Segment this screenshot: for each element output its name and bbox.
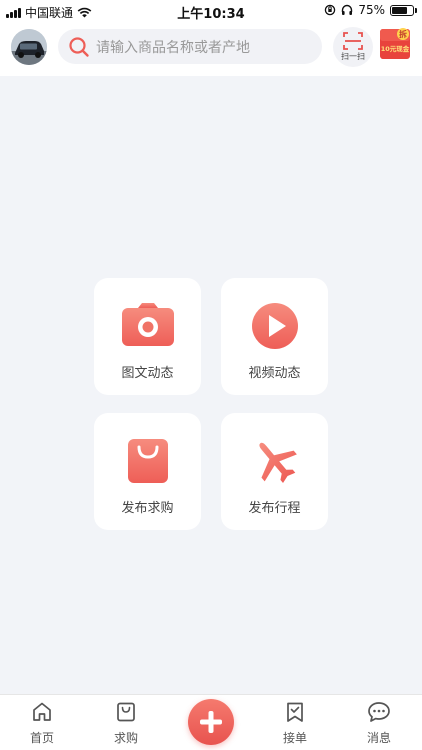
scan-button[interactable]: 扫一扫	[333, 27, 373, 67]
tab-label: 求购	[113, 731, 138, 745]
tab-label: 首页	[29, 731, 54, 745]
orientation-lock-icon	[325, 4, 336, 16]
tab-purchase[interactable]: 求购	[96, 701, 156, 746]
tab-label: 接单	[282, 731, 307, 745]
tile-post-purchase-request[interactable]: 发布求购	[94, 413, 201, 530]
promo-badge-char: 拆	[399, 29, 407, 39]
status-right: 75%	[324, 3, 417, 17]
tab-accept-orders[interactable]: 接单	[265, 701, 325, 746]
avatar[interactable]	[11, 29, 47, 65]
tile-icon-wrap	[221, 437, 328, 485]
scan-label: 扫一扫	[341, 52, 365, 61]
tile-video-post[interactable]: 视频动态	[221, 278, 328, 395]
tab-messages[interactable]: 消息	[349, 701, 409, 746]
headphones-icon	[342, 4, 353, 15]
tile-label: 发布求购	[121, 501, 174, 516]
bookmark-check-icon	[287, 702, 303, 722]
battery-percent: 75%	[358, 3, 385, 17]
top-header: 请输入商品名称或者产地 扫一扫 拆 10元现金	[0, 22, 422, 76]
airplane-icon	[258, 442, 297, 483]
tab-home[interactable]: 首页	[12, 701, 72, 746]
search-input[interactable]: 请输入商品名称或者产地	[58, 29, 322, 64]
tile-icon-wrap	[221, 302, 328, 350]
avatar-car-image	[11, 29, 47, 65]
publish-plus-button[interactable]	[188, 699, 234, 745]
scan-icon	[343, 32, 363, 50]
tile-label: 图文动态	[121, 366, 174, 381]
shopping-bag-icon	[127, 439, 168, 483]
tab-label: 消息	[366, 731, 391, 745]
status-bar: 中国联通 上午10:34 75%	[0, 0, 422, 22]
promo-cash-badge[interactable]: 拆 10元现金	[379, 26, 411, 60]
red-envelope-icon: 拆 10元现金	[380, 28, 410, 59]
tile-image-post[interactable]: 图文动态	[94, 278, 201, 395]
play-icon	[251, 303, 298, 349]
tile-icon-wrap	[94, 437, 201, 485]
search-placeholder: 请输入商品名称或者产地	[96, 39, 250, 56]
home-icon	[33, 702, 51, 721]
plus-icon	[200, 711, 222, 733]
tile-post-trip[interactable]: 发布行程	[221, 413, 328, 530]
chat-icon	[368, 702, 390, 722]
camera-icon	[121, 303, 174, 346]
tile-label: 发布行程	[248, 501, 301, 516]
bag-icon	[117, 702, 135, 722]
promo-text: 10元现金	[381, 44, 410, 53]
tile-label: 视频动态	[248, 366, 301, 381]
battery-icon	[390, 4, 417, 16]
tile-icon-wrap	[94, 302, 201, 350]
bottom-tab-bar: 首页 求购 接单 消息	[0, 694, 422, 750]
search-icon	[69, 36, 89, 57]
